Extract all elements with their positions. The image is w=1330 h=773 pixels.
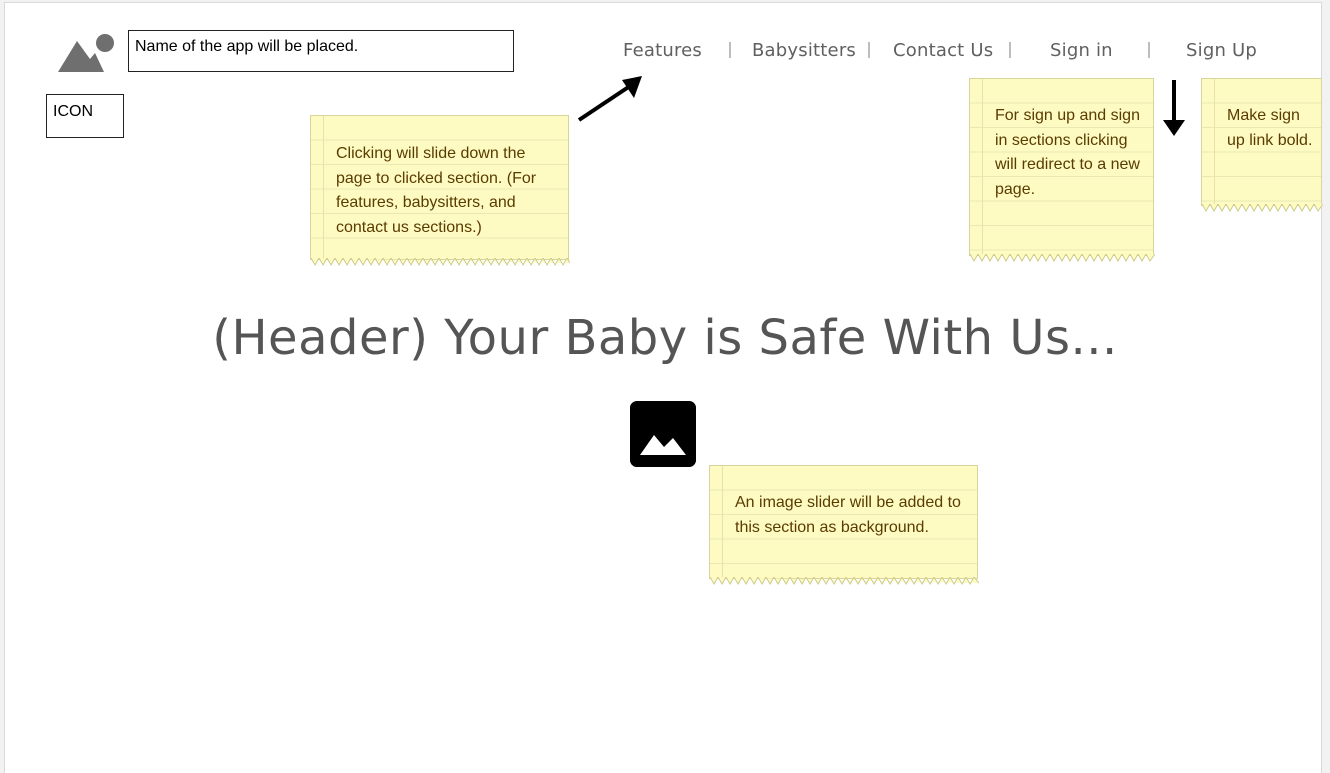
arrow-icon	[1163, 80, 1185, 136]
hero-headline: (Header) Your Baby is Safe With Us...	[212, 310, 1118, 366]
note-text: Make sign up link bold.	[1227, 107, 1313, 149]
nav-separator	[868, 42, 870, 58]
arrow-icon	[577, 76, 642, 122]
nav-features-link[interactable]: Features	[623, 40, 702, 61]
app-name-placeholder: Name of the app will be placed.	[128, 30, 514, 72]
nav-separator	[1009, 42, 1011, 58]
sticky-note: For sign up and sign in sections clickin…	[969, 78, 1155, 262]
note-text: Clicking will slide down the page to cli…	[336, 145, 537, 236]
nav-separator	[1148, 42, 1150, 58]
note-torn-edge	[1202, 204, 1323, 212]
sticky-note: Make sign up link bold.	[1201, 78, 1323, 212]
note-torn-edge	[970, 254, 1155, 262]
nav-contact-link[interactable]: Contact Us	[893, 40, 993, 61]
nav-babysitters-link[interactable]: Babysitters	[752, 40, 856, 61]
nav-signin-link[interactable]: Sign in	[1050, 40, 1113, 61]
note-torn-edge	[311, 258, 570, 266]
nav-signup-link[interactable]: Sign Up	[1186, 40, 1257, 61]
app-icon-placeholder: ICON	[46, 94, 124, 138]
image-placeholder-icon	[630, 401, 696, 467]
note-torn-edge	[710, 577, 979, 585]
note-text: An image slider will be added to this se…	[735, 494, 961, 536]
note-text: For sign up and sign in sections clickin…	[995, 107, 1140, 198]
sticky-note: An image slider will be added to this se…	[709, 465, 979, 585]
sticky-note: Clicking will slide down the page to cli…	[310, 115, 570, 266]
logo-image-icon	[58, 34, 114, 72]
nav-separator	[729, 42, 731, 58]
